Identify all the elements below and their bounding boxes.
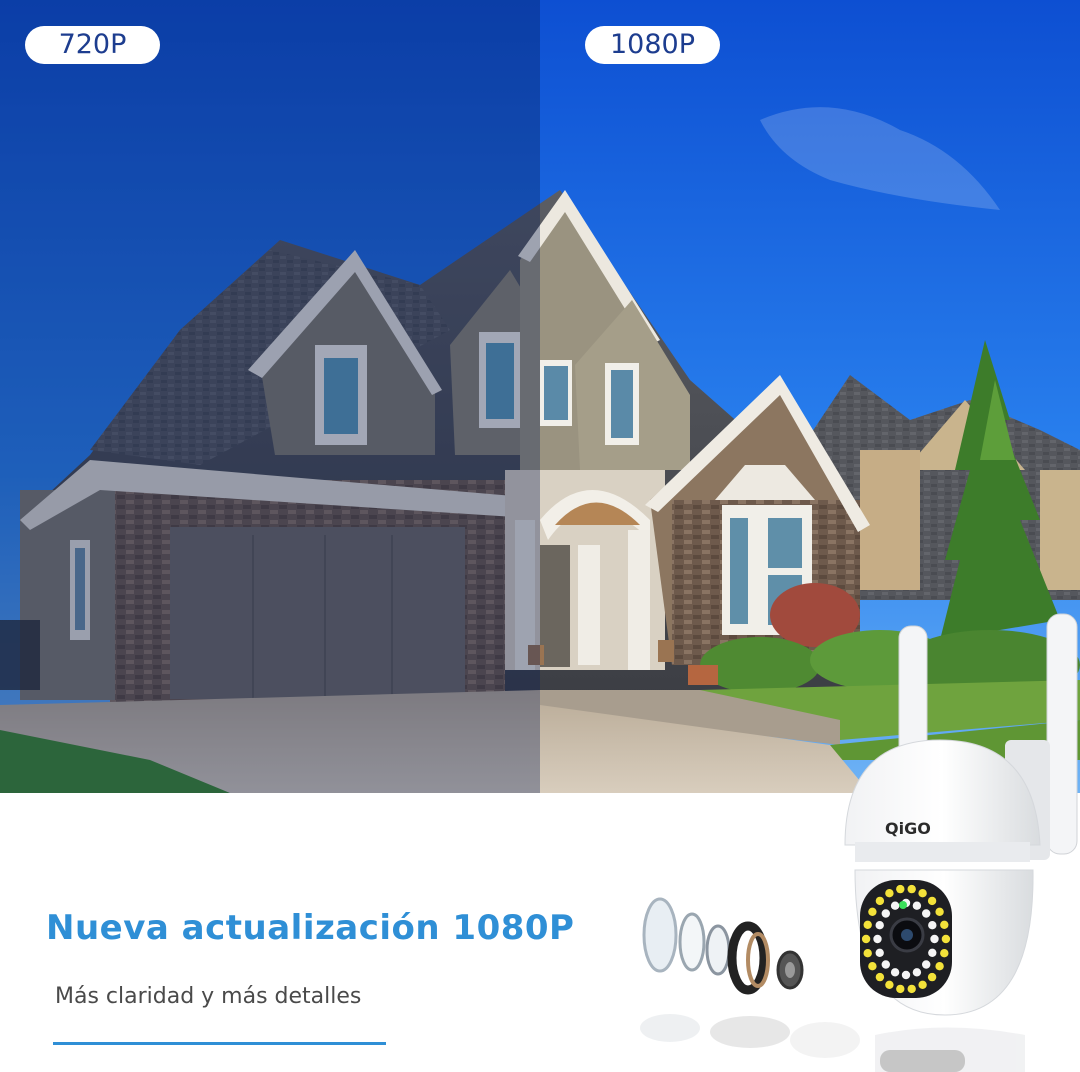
led-dot xyxy=(875,896,885,906)
led-dot xyxy=(881,909,890,918)
led-dot xyxy=(922,909,931,918)
antenna-right xyxy=(1046,613,1078,855)
led-dot xyxy=(907,984,916,994)
led-dot xyxy=(875,921,884,930)
led-dot xyxy=(896,984,905,994)
lens-element-1 xyxy=(642,897,678,973)
led-dot xyxy=(890,901,900,910)
led-dot xyxy=(875,972,885,982)
led-dot xyxy=(941,934,951,944)
led-dot xyxy=(922,960,931,969)
led-dot xyxy=(930,934,939,944)
led-dot xyxy=(927,896,937,906)
status-led xyxy=(899,901,907,909)
led-dot xyxy=(881,960,890,969)
led-dot xyxy=(868,907,877,916)
led-dot xyxy=(873,934,882,944)
subheadline: Más claridad y más detalles xyxy=(55,984,362,1009)
lens-element-2 xyxy=(678,912,706,972)
led-dot xyxy=(875,948,884,957)
led-dot xyxy=(912,901,922,910)
led-dot xyxy=(885,980,894,989)
ptz-security-camera: QiGO xyxy=(835,610,1080,1072)
led-dot xyxy=(907,884,916,894)
led-dot xyxy=(861,934,871,944)
led-dot xyxy=(935,962,944,971)
led-dot xyxy=(896,884,905,894)
led-dot xyxy=(885,889,894,898)
led-dot xyxy=(912,968,922,977)
led-dot xyxy=(940,920,949,929)
exploded-lens-illustration xyxy=(642,897,804,995)
led-dot xyxy=(927,972,937,982)
led-dot xyxy=(863,920,872,929)
led-dot xyxy=(868,962,877,971)
lens-reflection xyxy=(640,1014,860,1058)
accent-underline xyxy=(53,1042,386,1045)
resolution-label-720p: 720P xyxy=(25,26,160,64)
led-dot xyxy=(890,968,900,977)
led-dot xyxy=(863,949,872,958)
lens-element-3 xyxy=(705,924,731,976)
camera-brand-logo: QiGO xyxy=(885,819,931,838)
led-dot xyxy=(918,980,927,989)
led-dot xyxy=(928,921,937,930)
headline: Nueva actualización 1080P xyxy=(46,908,575,948)
led-dot xyxy=(935,907,944,916)
led-dot xyxy=(918,889,927,898)
resolution-label-1080p: 1080P xyxy=(585,26,720,64)
led-dot xyxy=(940,949,949,958)
led-dot xyxy=(928,948,937,957)
led-dot xyxy=(901,970,911,980)
